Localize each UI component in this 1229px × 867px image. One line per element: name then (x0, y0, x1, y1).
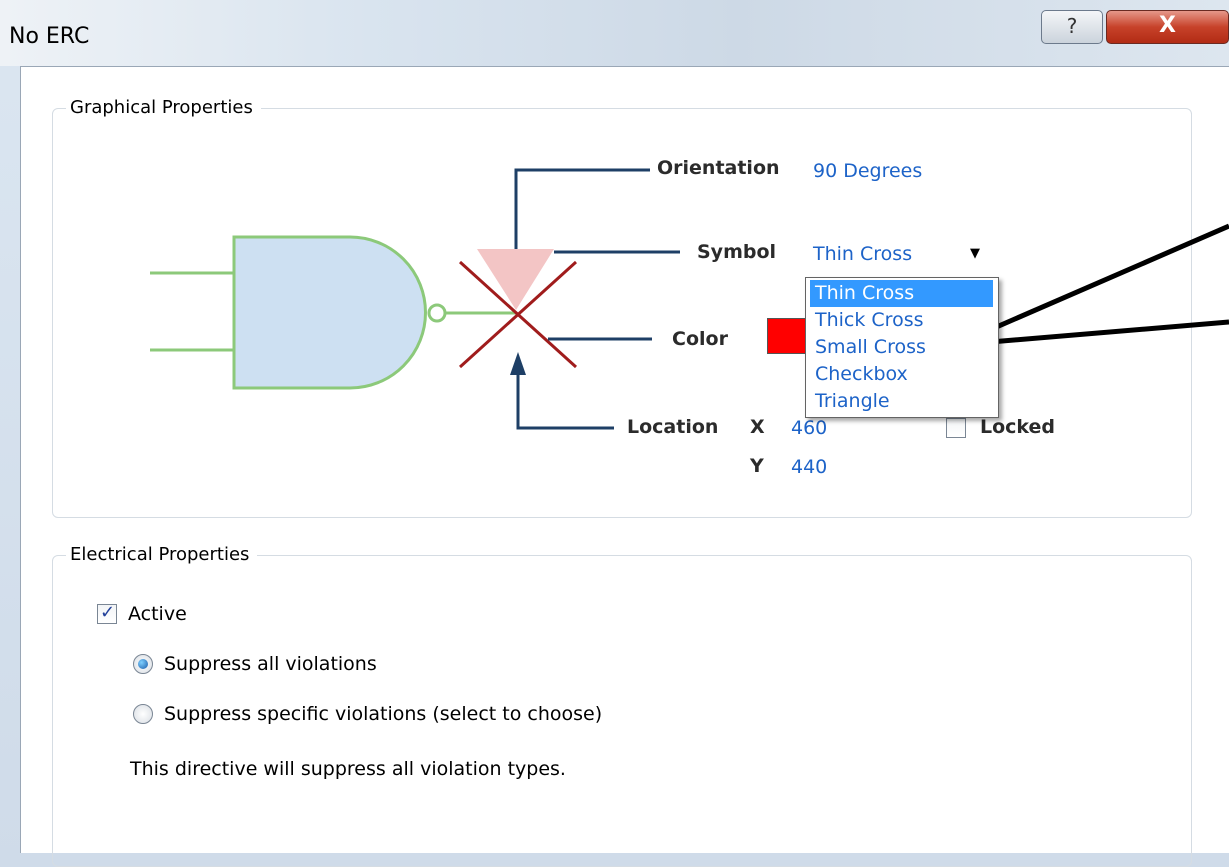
directive-note: This directive will suppress all violati… (130, 758, 566, 780)
location-arrowhead (510, 352, 526, 375)
location-label: Location (627, 416, 719, 438)
active-checkbox[interactable]: ✓ (97, 602, 117, 624)
dropdown-option-thick-cross[interactable]: Thick Cross (810, 307, 993, 334)
nand-gate-body (232, 235, 427, 390)
color-swatch[interactable] (767, 318, 809, 354)
symbol-label: Symbol (697, 241, 777, 263)
location-leader (516, 368, 614, 430)
orientation-value[interactable]: 90 Degrees (813, 160, 922, 182)
chevron-down-icon[interactable]: ▼ (970, 246, 980, 261)
dropdown-option-triangle[interactable]: Triangle (810, 388, 993, 415)
checkmark-icon: ✓ (100, 602, 116, 623)
radio-selected-dot (138, 659, 148, 669)
symbol-select-value[interactable]: Thin Cross (813, 243, 912, 265)
suppress-all-label: Suppress all violations (164, 653, 377, 675)
locked-label: Locked (980, 416, 1056, 438)
dropdown-option-small-cross[interactable]: Small Cross (810, 334, 993, 361)
active-label: Active (128, 603, 187, 625)
dropdown-option-checkbox[interactable]: Checkbox (810, 361, 993, 388)
no-erc-dialog: No ERC ? X Graphical Properties Electric… (0, 0, 1229, 867)
suppress-specific-label: Suppress specific violations (select to … (164, 703, 603, 725)
suppress-all-radio[interactable] (133, 654, 153, 674)
location-y-value[interactable]: 440 (791, 456, 827, 478)
orientation-leader (514, 168, 650, 249)
location-y-label: Y (750, 455, 764, 477)
location-x-label: X (750, 416, 765, 438)
color-label: Color (672, 328, 728, 350)
dropdown-option-thin-cross[interactable]: Thin Cross (810, 280, 993, 307)
triangle-symbol-preview (477, 249, 554, 310)
location-x-value[interactable]: 460 (791, 417, 827, 439)
symbol-dropdown-list: Thin Cross Thick Cross Small Cross Check… (805, 277, 999, 418)
orientation-label: Orientation (657, 157, 780, 179)
locked-checkbox[interactable] (946, 418, 966, 438)
nand-gate-bubble (427, 303, 447, 323)
suppress-specific-radio[interactable] (133, 704, 153, 724)
